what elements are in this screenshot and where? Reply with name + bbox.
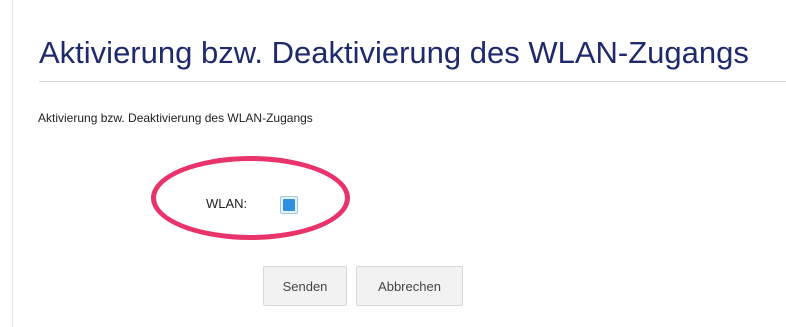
checkbox-checked-icon	[283, 199, 295, 211]
left-border-line	[12, 0, 13, 327]
page-title: Aktivierung bzw. Deaktivierung des WLAN-…	[39, 35, 749, 70]
wlan-label: WLAN:	[206, 196, 248, 211]
highlight-annotation-circle	[151, 156, 350, 240]
title-divider	[39, 81, 786, 82]
cancel-button[interactable]: Abbrechen	[356, 266, 463, 306]
send-button[interactable]: Senden	[263, 266, 347, 306]
page-description: Aktivierung bzw. Deaktivierung des WLAN-…	[38, 111, 313, 125]
wlan-checkbox[interactable]	[280, 196, 298, 214]
